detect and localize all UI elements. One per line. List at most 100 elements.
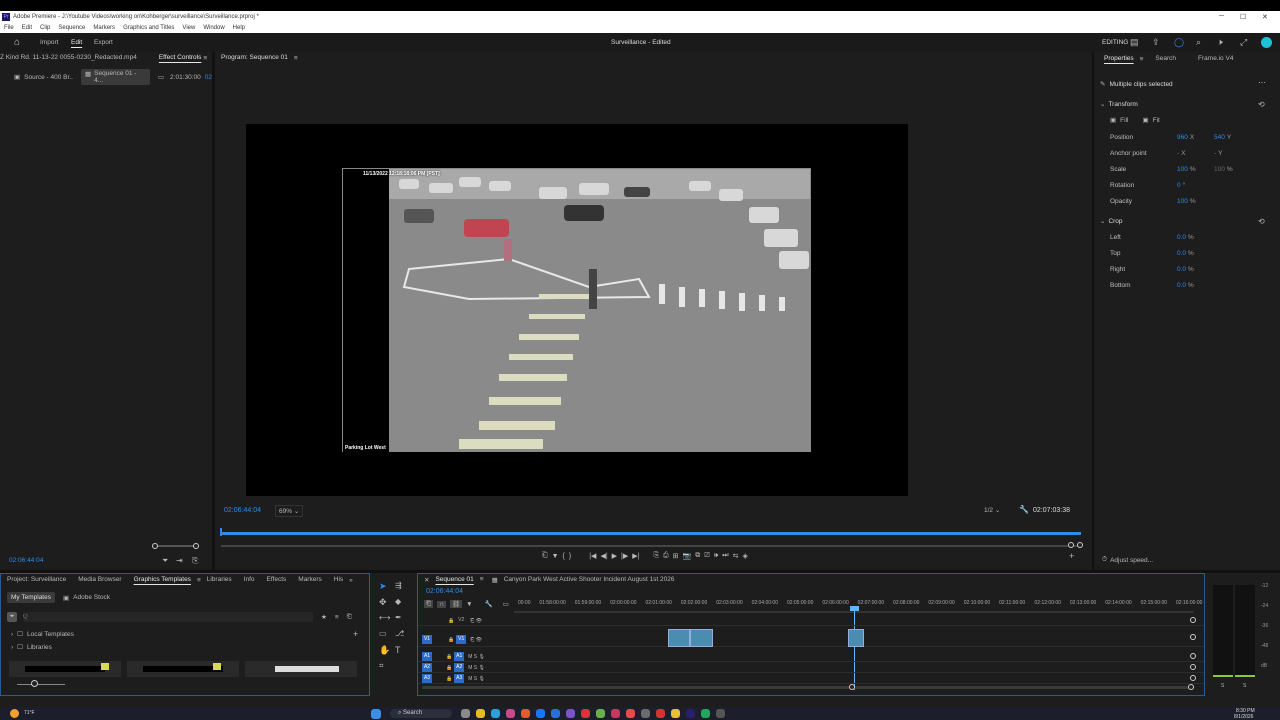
- go-to-in-icon[interactable]: |◀: [589, 552, 596, 560]
- bottom-tab-1[interactable]: Media Browser: [72, 573, 127, 587]
- marker-add-icon[interactable]: ▼: [466, 601, 472, 608]
- sequence-menu-icon[interactable]: ≡: [480, 576, 484, 583]
- prop-value-2[interactable]: [1214, 182, 1216, 189]
- track-target-toggle[interactable]: A3: [422, 674, 432, 683]
- adobe-stock-tab[interactable]: Adobe Stock: [73, 594, 110, 601]
- app-icon-18[interactable]: [716, 709, 726, 718]
- app-icon-17[interactable]: [701, 709, 711, 718]
- template-thumb-1[interactable]: [9, 661, 121, 677]
- bottom-tab-0[interactable]: Project: Surveillance: [1, 573, 72, 587]
- workspace-icon[interactable]: ▤: [1130, 37, 1139, 48]
- snap-icon[interactable]: ∩: [437, 600, 446, 608]
- track-target-toggle[interactable]: A1: [422, 652, 432, 661]
- weather-temp[interactable]: 71°F: [24, 710, 35, 716]
- new-item-icon[interactable]: ⎗: [347, 613, 352, 621]
- program-playhead-marker[interactable]: [220, 528, 222, 536]
- timeline-timecode[interactable]: 02:06:44:04: [426, 588, 463, 595]
- quality-select[interactable]: 1/2 ⌄: [981, 505, 1003, 515]
- menu-item-clip[interactable]: Clip: [40, 25, 50, 31]
- add-button-icon[interactable]: +: [1069, 551, 1074, 561]
- prop-value-1[interactable]: 100%: [1177, 198, 1196, 205]
- zoom-handle-left[interactable]: [152, 543, 158, 549]
- star-icon[interactable]: ★: [321, 613, 327, 621]
- app-icon-14[interactable]: [656, 709, 666, 718]
- fit-label[interactable]: Fit: [1153, 117, 1160, 124]
- add-marker-icon[interactable]: ⎗: [542, 552, 548, 560]
- overlay-icon[interactable]: ◈: [742, 552, 747, 560]
- menu-item-help[interactable]: Help: [233, 25, 245, 31]
- transform-header[interactable]: ⌄ Transform: [1100, 100, 1138, 109]
- clock-date[interactable]: 8/1/2026: [1234, 714, 1253, 720]
- template-thumb-3[interactable]: [245, 661, 357, 677]
- store-icon[interactable]: [506, 709, 516, 718]
- bottom-tab-6[interactable]: Markers: [292, 573, 327, 587]
- program-timecode[interactable]: 02:06:44:04: [224, 507, 261, 514]
- video-clip-3[interactable]: [848, 629, 864, 647]
- lock-icon[interactable]: 🔒: [446, 654, 452, 660]
- hscroll-handle-right[interactable]: [1188, 684, 1194, 690]
- video-clip-1[interactable]: [668, 629, 690, 647]
- prop-value-1[interactable]: 960 X: [1177, 134, 1194, 141]
- hand-tool-icon[interactable]: ⎇: [395, 629, 404, 638]
- zoom-handle-right[interactable]: [193, 543, 199, 549]
- fill-label[interactable]: Fill: [1120, 117, 1128, 124]
- program-zoom-scroll[interactable]: [221, 542, 1083, 548]
- second-sequence-tab[interactable]: Canyon Park West Active Shooter Incident…: [498, 573, 681, 587]
- track-target-toggle[interactable]: A2: [422, 663, 432, 672]
- workspace-label[interactable]: EDITING: [1102, 39, 1128, 46]
- menu-item-graphics-and-titles[interactable]: Graphics and Titles: [123, 25, 174, 31]
- bottom-tab-5[interactable]: Effects: [261, 573, 293, 587]
- fit-icon[interactable]: ▣: [1142, 116, 1148, 124]
- program-menu-icon[interactable]: ≡: [294, 55, 298, 62]
- program-title[interactable]: Program: Sequence 01: [215, 51, 294, 65]
- nest-icon[interactable]: ⎗: [424, 600, 434, 608]
- go-to-out-icon[interactable]: ▶|: [632, 552, 639, 560]
- app-icon-12[interactable]: [626, 709, 636, 718]
- edge-icon[interactable]: [491, 709, 501, 718]
- audio-icon[interactable]: 🕪: [714, 552, 718, 560]
- crop-value[interactable]: 0.0%: [1177, 234, 1194, 241]
- video-clip-2[interactable]: [690, 629, 713, 647]
- app-icon-11[interactable]: [611, 709, 621, 718]
- track-visibility-icon[interactable]: ⎗ 👁: [470, 618, 482, 624]
- menu-item-sequence[interactable]: Sequence: [58, 25, 85, 31]
- track-mute-solo-icon[interactable]: M S 🎙: [468, 654, 485, 660]
- app-icon-13[interactable]: [641, 709, 651, 718]
- proxy-icon[interactable]: ⎚: [704, 552, 710, 560]
- settings-icon[interactable]: ⎘: [192, 556, 198, 566]
- effect-controls-tab[interactable]: Effect Controls: [153, 51, 208, 65]
- menu-item-view[interactable]: View: [182, 25, 195, 31]
- profile-avatar[interactable]: [1261, 37, 1272, 48]
- sequence-tab[interactable]: Sequence 01: [429, 573, 479, 587]
- rectangle-tool-icon[interactable]: ▭: [379, 629, 387, 638]
- track-select-tool-icon[interactable]: ⇶: [395, 581, 402, 590]
- home-icon[interactable]: ⌂: [14, 37, 20, 48]
- template-thumb-2[interactable]: [127, 661, 239, 677]
- loop-icon[interactable]: ⇆: [733, 552, 739, 560]
- program-zoom-handle[interactable]: [1068, 542, 1074, 548]
- cloud-icon[interactable]: ◯: [1174, 37, 1184, 48]
- minimize-button[interactable]: ─: [1219, 13, 1224, 20]
- list-view-icon[interactable]: ≡: [335, 614, 339, 621]
- lock-icon[interactable]: 🔒: [448, 618, 454, 624]
- explorer-icon[interactable]: [476, 709, 486, 718]
- zoom-scrollbar[interactable]: [152, 543, 199, 549]
- track-visibility-icon[interactable]: ⎗ 👁: [470, 637, 482, 643]
- menu-item-markers[interactable]: Markers: [93, 25, 115, 31]
- move-tool-icon[interactable]: ✥: [379, 597, 387, 608]
- meter-solo-right[interactable]: S: [1243, 683, 1246, 689]
- chrome-icon[interactable]: [671, 709, 681, 718]
- track-name[interactable]: V1: [456, 635, 467, 644]
- track-name[interactable]: V2: [456, 616, 466, 625]
- premiere-taskbar-icon[interactable]: [686, 709, 696, 718]
- caption-tool-icon[interactable]: ⌗: [379, 661, 384, 671]
- source-subtab[interactable]: Source - 400 Br...: [24, 74, 73, 81]
- menu-item-edit[interactable]: Edit: [22, 25, 32, 31]
- prop-value-1[interactable]: 0 °: [1177, 182, 1185, 189]
- menu-item-window[interactable]: Window: [203, 25, 224, 31]
- app-icon-7[interactable]: [551, 709, 561, 718]
- taskbar-search[interactable]: ⌕ Search: [390, 709, 453, 718]
- insert-icon[interactable]: ⊞: [673, 552, 679, 560]
- search-tab[interactable]: Search: [1149, 52, 1182, 66]
- export-frame-icon[interactable]: ⇥: [176, 556, 183, 565]
